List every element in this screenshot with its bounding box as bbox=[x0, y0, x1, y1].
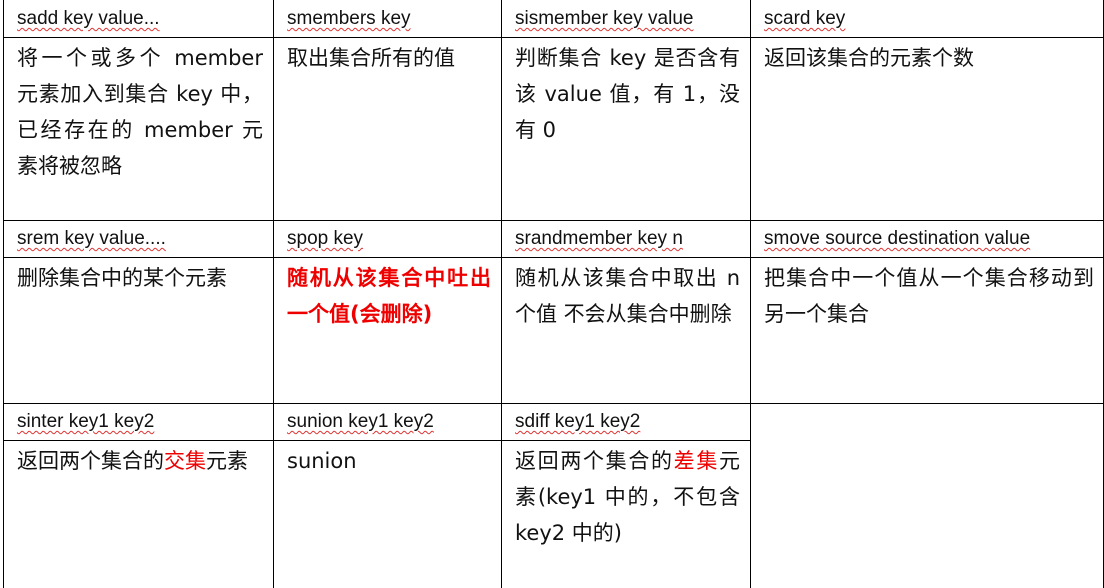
command-text: spop key bbox=[287, 228, 364, 249]
command-text: sadd key value... bbox=[17, 8, 160, 29]
command-description: 判断集合 key 是否含有该 value 值，有 1，没有 0 bbox=[501, 38, 750, 220]
description-text: 把集合中一个值从一个集合移动到另一个集合 bbox=[764, 266, 1094, 326]
highlighted-text: 差集 bbox=[673, 449, 720, 473]
highlighted-text: 交集 bbox=[164, 449, 206, 473]
description-text: 取出集合所有的值 bbox=[287, 46, 455, 70]
description-text: 返回两个集合的 bbox=[515, 449, 674, 473]
command-text: srandmember key n bbox=[515, 228, 683, 249]
command-description: 返回两个集合的交集元素 bbox=[3, 441, 273, 588]
command-header: sadd key value... bbox=[3, 0, 273, 38]
description-text: 判断集合 key 是否含有该 value 值，有 1，没有 0 bbox=[515, 46, 740, 142]
command-header: sdiff key1 key2 bbox=[501, 403, 750, 441]
command-description: 取出集合所有的值 bbox=[273, 38, 501, 220]
command-header: sismember key value bbox=[501, 0, 750, 38]
description-text: 元素 bbox=[206, 449, 248, 473]
highlighted-text: 随机从该集合中吐出一个值(会删除) bbox=[287, 266, 491, 326]
command-header: smembers key bbox=[273, 0, 501, 38]
command-header: srem key value.... bbox=[3, 220, 273, 258]
command-text: sinter key1 key2 bbox=[17, 411, 155, 432]
command-header: sunion key1 key2 bbox=[273, 403, 501, 441]
command-description: 将一个或多个 member 元素加入到集合 key 中，已经存在的 member… bbox=[3, 38, 273, 220]
command-description: 把集合中一个值从一个集合移动到另一个集合 bbox=[750, 258, 1104, 403]
description-text: 返回两个集合的 bbox=[17, 449, 164, 473]
command-header: srandmember key n bbox=[501, 220, 750, 258]
description-text: 返回该集合的元素个数 bbox=[764, 46, 974, 70]
description-text: sunion bbox=[287, 449, 357, 473]
command-description: 随机从该集合中吐出一个值(会删除) bbox=[273, 258, 501, 403]
command-description: 返回该集合的元素个数 bbox=[750, 38, 1104, 220]
command-description: sunion bbox=[273, 441, 501, 588]
command-text: scard key bbox=[764, 8, 846, 29]
command-description: 返回两个集合的差集元素(key1 中的，不包含 key2 中的) bbox=[501, 441, 750, 588]
description-text: 随机从该集合中取出 n 个值 不会从集合中删除 bbox=[515, 266, 740, 326]
command-text: sunion key1 key2 bbox=[287, 411, 434, 432]
command-text: smove source destination value bbox=[764, 228, 1031, 249]
command-header: spop key bbox=[273, 220, 501, 258]
command-header: scard key bbox=[750, 0, 1104, 38]
description-text: 删除集合中的某个元素 bbox=[17, 266, 227, 290]
command-text: smembers key bbox=[287, 8, 411, 29]
command-header: smove source destination value bbox=[750, 220, 1104, 258]
command-description: 删除集合中的某个元素 bbox=[3, 258, 273, 403]
command-text: srem key value.... bbox=[17, 228, 166, 249]
command-description: 随机从该集合中取出 n 个值 不会从集合中删除 bbox=[501, 258, 750, 403]
description-text: 将一个或多个 member 元素加入到集合 key 中，已经存在的 member… bbox=[17, 46, 263, 178]
command-text: sdiff key1 key2 bbox=[515, 411, 641, 432]
command-text: sismember key value bbox=[515, 8, 694, 29]
command-header: sinter key1 key2 bbox=[3, 403, 273, 441]
column-divider bbox=[750, 403, 751, 588]
